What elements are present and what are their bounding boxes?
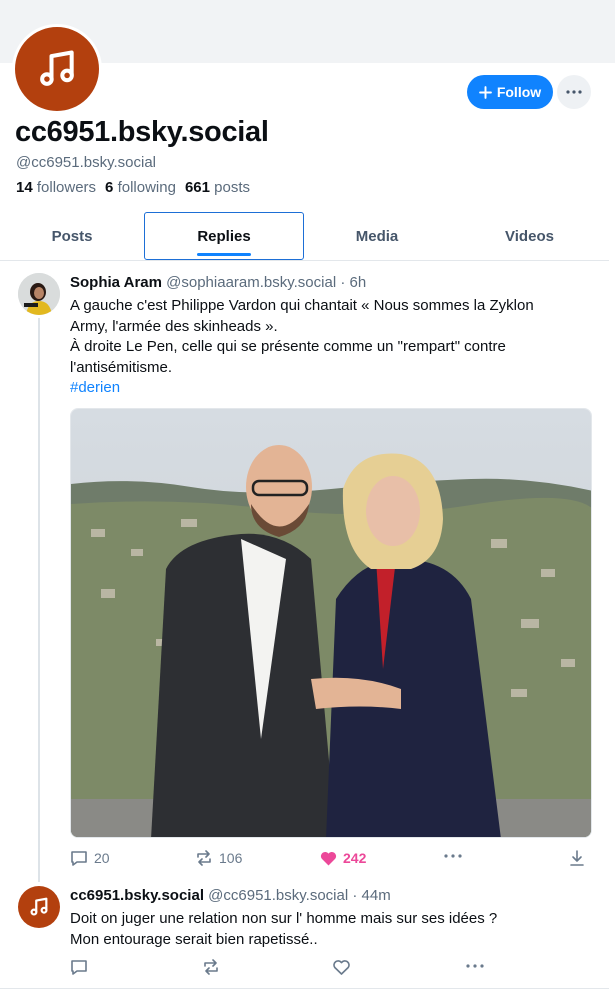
like-button[interactable] (333, 959, 350, 975)
tab-replies[interactable]: Replies (144, 212, 304, 260)
post-actions: 20 106 242 (70, 848, 600, 868)
download-button[interactable] (570, 850, 584, 866)
post-text-line: A gauche c'est Philippe Vardon qui chant… (70, 297, 534, 314)
repost-button[interactable] (202, 959, 220, 975)
ellipsis-icon (466, 964, 484, 968)
heart-icon (333, 959, 350, 975)
download-icon (570, 850, 584, 866)
tab-posts[interactable]: Posts (0, 212, 144, 260)
active-tab-indicator (197, 253, 251, 256)
profile-avatar[interactable] (12, 24, 102, 114)
cc6951-avatar[interactable] (18, 886, 60, 928)
repost-icon (204, 959, 218, 975)
post-body: Doit on juger une relation non sur l' ho… (70, 909, 497, 950)
music-note-icon (40, 50, 74, 86)
reply-icon (71, 850, 87, 866)
music-note-icon (30, 897, 48, 916)
posts-stat: 661 posts (184, 179, 250, 196)
followers-stat[interactable]: 14 followers (16, 179, 96, 196)
post-more-button[interactable] (444, 854, 462, 858)
repost-icon (197, 850, 211, 866)
reply-icon (71, 959, 87, 975)
author-photo-icon (18, 273, 60, 315)
reply-button[interactable]: 20 (70, 850, 110, 867)
post-timestamp[interactable]: · 44m (352, 887, 390, 904)
like-count: 242 (343, 850, 367, 866)
post-text-line: Doit on juger une relation non sur l' ho… (70, 910, 498, 927)
profile-display-name: cc6951.bsky.social (15, 116, 269, 148)
post-header: cc6951.bsky.social @cc6951.bsky.social ·… (70, 887, 391, 904)
feed-divider (0, 988, 609, 989)
reply-count: 20 (94, 850, 110, 866)
post-timestamp[interactable]: · 6h (340, 274, 366, 291)
follow-label: Follow (496, 84, 542, 100)
post-text-line: Army, l'armée des skinheads ». (70, 317, 278, 335)
post-body: A gauche c'est Philippe Vardon qui chant… (70, 296, 534, 399)
post-image[interactable] (70, 408, 592, 838)
post-author-handle[interactable]: @cc6951.bsky.social (208, 887, 348, 904)
plus-icon (478, 85, 492, 99)
follow-button[interactable]: Follow (467, 75, 553, 109)
photo-two-people-icon (71, 409, 591, 837)
following-stat[interactable]: 6 following (105, 179, 176, 196)
post-author-handle[interactable]: @sophiaaram.bsky.social (166, 274, 336, 291)
more-options-button[interactable] (557, 75, 591, 109)
profile-tabs: Posts Replies Media Videos (0, 212, 609, 261)
tab-media[interactable]: Media (304, 212, 450, 260)
post-header: Sophia Aram @sophiaaram.bsky.social · 6h (70, 274, 366, 291)
repost-button[interactable]: 106 (195, 850, 242, 866)
post-more-button[interactable] (466, 964, 484, 968)
post-actions (70, 957, 600, 977)
tab-videos[interactable]: Videos (450, 212, 609, 260)
post-text-line: Mon entourage serait bien rapetissé.. (70, 930, 318, 948)
like-button[interactable]: 242 (320, 850, 366, 866)
reply-button[interactable] (70, 959, 88, 976)
post-text-line: l'antisémitisme. (70, 358, 173, 376)
post-author-name[interactable]: cc6951.bsky.social (70, 887, 204, 904)
post-text-line: À droite Le Pen, celle qui se présente c… (70, 338, 506, 355)
ellipsis-icon (566, 90, 582, 94)
post-author-name[interactable]: Sophia Aram (70, 274, 162, 291)
profile-stats: 14 followers 6 following 661 posts (16, 179, 250, 196)
profile-handle: @cc6951.bsky.social (16, 154, 157, 171)
hashtag-link[interactable]: #derien (70, 378, 534, 399)
sophia-aram-avatar[interactable] (18, 273, 60, 315)
heart-filled-icon (320, 851, 337, 865)
thread-connector-line (38, 318, 40, 882)
repost-count: 106 (219, 850, 243, 866)
ellipsis-icon (444, 854, 462, 858)
